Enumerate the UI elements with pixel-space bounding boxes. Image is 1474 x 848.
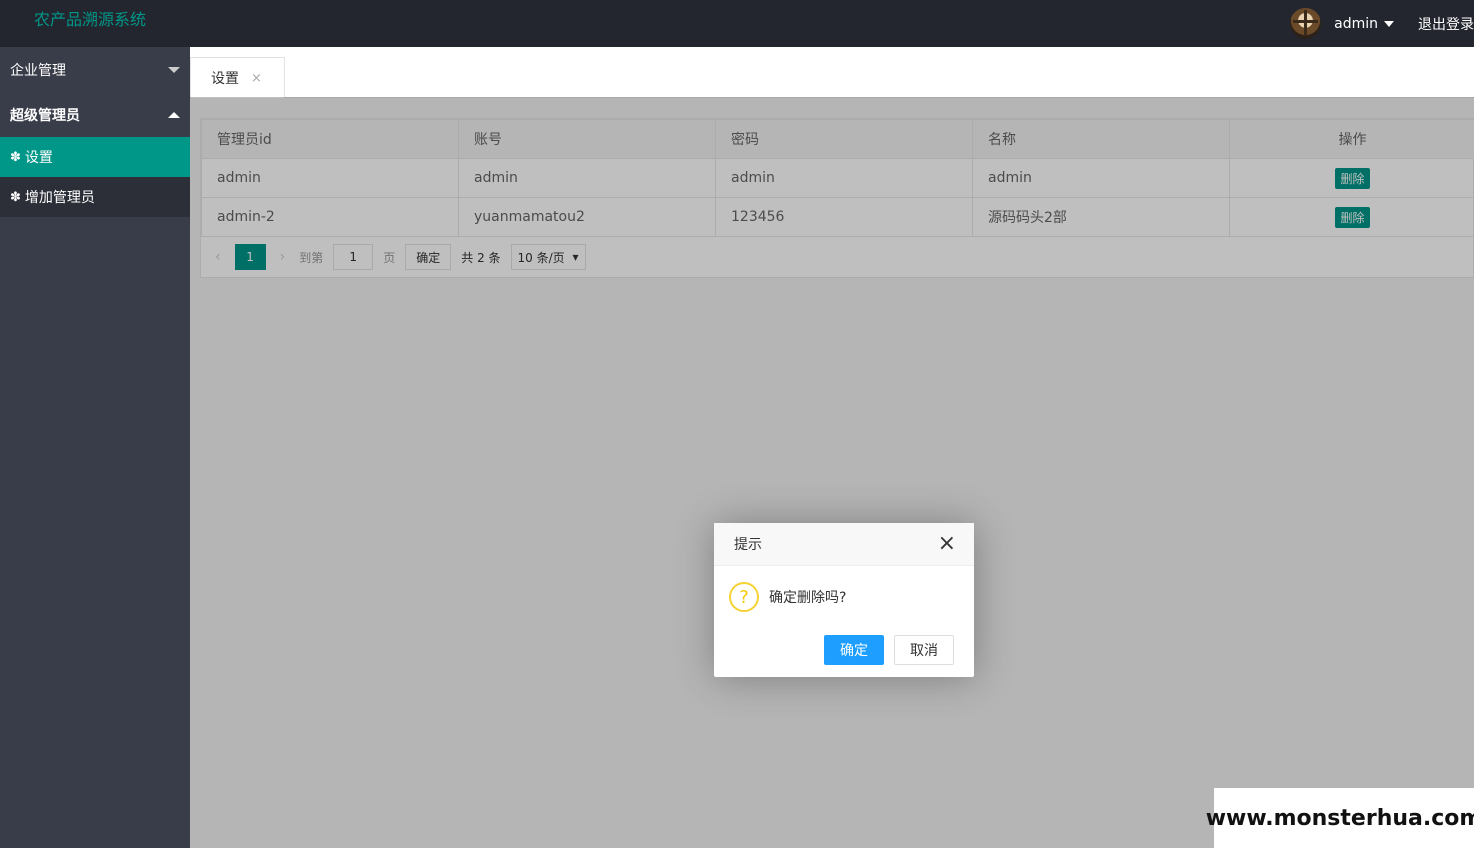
dialog-title: 提示 [734, 537, 762, 553]
sidebar: 企业管理 超级管理员 ✽ 设置 ✽ 增加管理员 [0, 47, 190, 848]
logout-link[interactable]: 退出登录 [1418, 14, 1474, 34]
top-header: 农产品溯源系统 admin 退出登录 [0, 0, 1474, 47]
dialog-message: 确定删除吗? [769, 590, 847, 606]
sidebar-group-label: 超级管理员 [10, 107, 80, 124]
dialog-body: ? 确定删除吗? [714, 566, 974, 612]
avatar[interactable] [1290, 8, 1322, 39]
dialog-buttons: 确定 取消 [824, 635, 954, 665]
sidebar-submenu: ✽ 设置 ✽ 增加管理员 [0, 137, 190, 217]
user-name: admin [1334, 15, 1378, 32]
dialog-header: 提示 × [714, 523, 974, 566]
app-logo[interactable]: 农产品溯源系统 [34, 6, 146, 30]
sidebar-group-label: 企业管理 [10, 62, 66, 79]
tab-settings[interactable]: 设置 × [190, 57, 285, 98]
sidebar-item-label: 设置 [24, 150, 53, 166]
sidebar-group-enterprise[interactable]: 企业管理 [0, 47, 190, 92]
gear-icon: ✽ [10, 189, 21, 205]
sidebar-item-settings[interactable]: ✽ 设置 [0, 137, 190, 177]
user-area: admin 退出登录 [1290, 0, 1474, 47]
chevron-down-icon [168, 66, 180, 73]
chevron-down-icon [1384, 20, 1394, 27]
modal-shade[interactable] [190, 97, 1474, 848]
cancel-button[interactable]: 取消 [894, 635, 954, 665]
question-icon: ? [729, 582, 759, 612]
confirm-button[interactable]: 确定 [824, 635, 884, 665]
sidebar-group-superadmin[interactable]: 超级管理员 [0, 92, 190, 137]
watermark: www.monsterhua.com [1206, 788, 1474, 848]
sidebar-item-add-admin[interactable]: ✽ 增加管理员 [0, 177, 190, 217]
chevron-up-icon [168, 111, 180, 118]
tab-bar: 设置 × [190, 47, 1474, 98]
confirm-dialog: 提示 × ? 确定删除吗? 确定 取消 [714, 523, 974, 677]
sidebar-item-label: 增加管理员 [24, 190, 95, 206]
gear-icon: ✽ [10, 149, 21, 165]
close-icon[interactable]: × [251, 71, 262, 86]
tab-label: 设置 [211, 71, 239, 87]
close-icon[interactable]: × [938, 533, 956, 555]
user-menu[interactable]: admin [1334, 16, 1394, 32]
